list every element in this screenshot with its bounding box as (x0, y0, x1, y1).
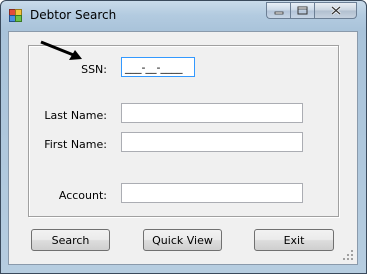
minimize-button[interactable] (266, 2, 290, 19)
minimize-icon (274, 11, 283, 14)
arrow-icon (40, 40, 82, 60)
ssn-label: SSN: (81, 63, 107, 76)
last-name-label: Last Name: (44, 109, 107, 122)
title-bar[interactable]: Debtor Search (1, 1, 366, 31)
caption-buttons (266, 2, 357, 21)
ssn-field[interactable]: ___-__-____ (121, 57, 195, 77)
exit-button[interactable]: Exit (254, 229, 334, 251)
last-name-field[interactable] (121, 103, 303, 123)
first-name-field[interactable] (121, 132, 303, 152)
account-field[interactable] (121, 183, 303, 203)
quick-view-button[interactable]: Quick View (143, 229, 222, 251)
debtor-search-window: Debtor Search SSN: ___-__-____ Last Name… (0, 0, 367, 274)
first-name-label: First Name: (44, 138, 107, 151)
form-client-area: SSN: ___-__-____ Last Name: First Name: … (8, 31, 358, 265)
account-label: Account: (58, 189, 107, 202)
maximize-button[interactable] (290, 2, 314, 19)
close-icon (330, 6, 341, 15)
form-app-icon (9, 9, 22, 22)
search-button[interactable]: Search (31, 229, 110, 251)
close-button[interactable] (314, 2, 357, 19)
window-title: Debtor Search (30, 8, 117, 22)
resize-grip-icon[interactable] (343, 250, 354, 261)
maximize-icon (297, 6, 308, 15)
